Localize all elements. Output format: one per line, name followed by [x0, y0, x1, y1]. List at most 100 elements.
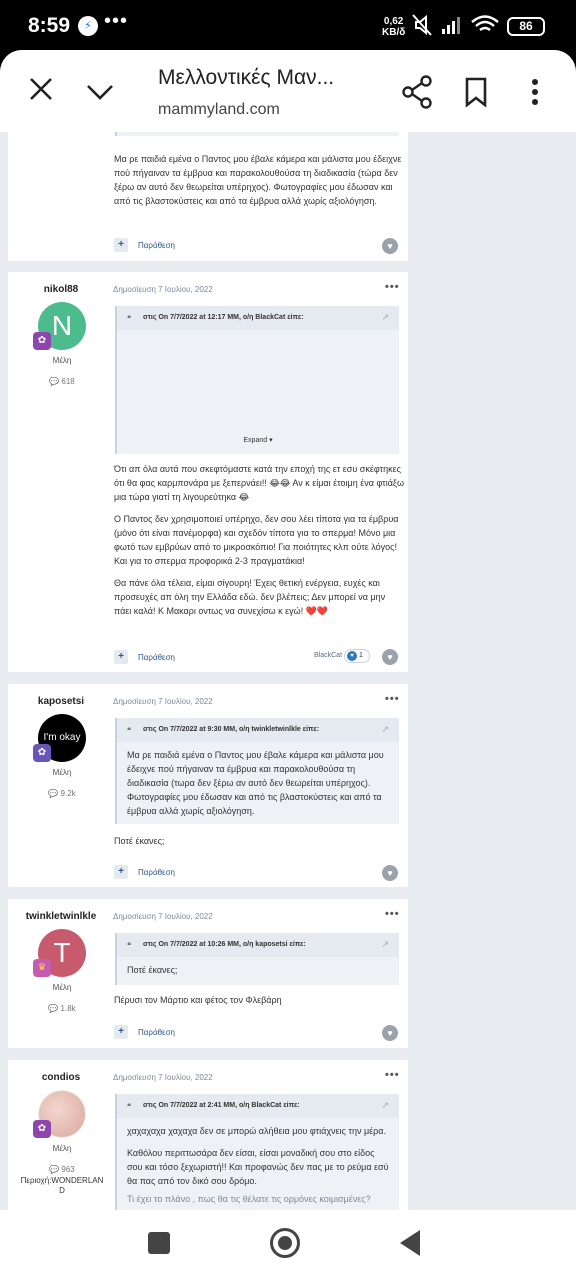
- add-quote-button[interactable]: +: [114, 1025, 128, 1039]
- forum-post: twinkletwinlkle T ♛ Μέλη 💬 1.8k Δημοσίευ…: [8, 899, 408, 1048]
- more-vertical-icon[interactable]: [520, 76, 550, 108]
- author-name[interactable]: condios: [11, 1072, 111, 1083]
- go-to-quote-icon[interactable]: ↗: [381, 939, 389, 950]
- like-icon: ♥: [347, 651, 357, 661]
- quote-icon: ❝: [127, 1102, 132, 1111]
- post-text: Πέρυσι τον Μάρτιο και φέτος τον Φλεβάρη: [114, 995, 282, 1005]
- browser-sheet: Μελλοντικές Μαν... mammyland.com Μα ρε π…: [0, 50, 576, 1210]
- status-icons: [410, 12, 502, 43]
- quote-expand[interactable]: Expand ▾: [117, 436, 399, 444]
- post-paragraph: Ο Παντος δεν χρησιμοποιεί υπέρηχο, δεν σ…: [114, 514, 399, 566]
- post-count-value: 618: [61, 377, 75, 386]
- location-line: Περιοχή:WONDERLAN: [20, 1176, 104, 1185]
- quote-text: Μα ρε παιδιά εμένα ο Παντος μου έβαλε κά…: [127, 750, 384, 816]
- quote-text: χαχαχαχα χαχαχα δεν σε μπορώ αλήθεια μου…: [127, 1126, 386, 1136]
- comment-icon: 💬: [49, 377, 62, 386]
- network-speed: 0,62 KB/δ: [382, 16, 405, 38]
- heart-icon[interactable]: ♥: [382, 865, 398, 881]
- speed-unit: KB/δ: [382, 27, 406, 38]
- forum-post: kaposetsi I'm okay ✿ Μέλη 💬 9.2k Δημοσίε…: [8, 684, 408, 887]
- battery-indicator: 86: [507, 17, 545, 36]
- rank-badge-icon: ✿: [33, 744, 51, 762]
- speed-value: 0,62: [383, 16, 404, 27]
- quote-button[interactable]: Παράθεση: [138, 868, 175, 877]
- forum-thread: Μα ρε παιδιά εμένα ο Παντος μου έβαλε κά…: [0, 132, 576, 1210]
- mute-icon: [412, 14, 432, 36]
- rank-badge-icon: ✿: [33, 1120, 51, 1138]
- post-count-value: 9.2k: [60, 789, 76, 798]
- post-options-button[interactable]: •••: [385, 281, 400, 293]
- share-icon[interactable]: [400, 75, 434, 109]
- quote-text: Ποτέ έκανες;: [127, 965, 178, 975]
- post-count-value: 1.8k: [60, 1004, 76, 1013]
- crown-badge-icon: ♛: [33, 959, 51, 977]
- quote-button[interactable]: Παράθεση: [138, 241, 175, 250]
- quote-block: στις On 7/7/2022 at 10:26 MM, ο/η kapose…: [115, 933, 399, 985]
- rank-badge-icon: ✿: [33, 332, 51, 350]
- page-title: Μελλοντικές Μαν...: [158, 66, 335, 89]
- home-dot-icon: [278, 1236, 292, 1250]
- add-quote-button[interactable]: +: [114, 865, 128, 879]
- status-time: 8:59: [28, 14, 71, 37]
- go-to-quote-icon[interactable]: ↗: [381, 724, 389, 735]
- add-quote-button[interactable]: +: [114, 238, 128, 252]
- member-role: Μέλη: [52, 356, 72, 365]
- go-to-quote-icon[interactable]: ↗: [381, 312, 389, 323]
- heart-icon[interactable]: ♥: [382, 238, 398, 254]
- comment-icon: 💬: [48, 789, 61, 798]
- back-button[interactable]: [400, 1230, 420, 1256]
- bookmark-icon[interactable]: [462, 76, 490, 108]
- quote-header: στις On 7/7/2022 at 9:30 MM, ο/η twinkle…: [117, 718, 399, 742]
- quote-text: Καθόλου περιττωσάρα δεν είσαι, είσαι μον…: [127, 1148, 389, 1186]
- post-text: Ποτέ έκανες;: [114, 836, 165, 846]
- post-count: 💬 963: [8, 1165, 116, 1174]
- close-icon[interactable]: [28, 76, 54, 102]
- messenger-icon: ⚡: [78, 16, 98, 36]
- post-options-button[interactable]: •••: [385, 908, 400, 920]
- reaction-user[interactable]: BlackCat: [314, 652, 342, 659]
- heart-icon[interactable]: ♥: [382, 649, 398, 665]
- page-url: mammyland.com: [158, 101, 280, 118]
- quote-text: Τι έχει το πλάνο , πως θα τις θέλατε τις…: [127, 1194, 371, 1204]
- post-text: Μα ρε παιδιά εμένα ο Παντος μου έβαλε κά…: [114, 154, 402, 206]
- chevron-down-icon[interactable]: [85, 78, 115, 104]
- quote-block: [115, 132, 399, 136]
- member-role: Μέλη: [52, 768, 72, 777]
- signal-icon: [442, 17, 460, 34]
- post-paragraph: Θα πάνε όλα τέλεια, είμαι σίγουρη! Έχεις…: [114, 578, 386, 616]
- quote-icon: ❝: [127, 941, 132, 950]
- recents-button[interactable]: [148, 1232, 170, 1254]
- post-date: Δημοσίευση 7 Ιουλίου, 2022: [113, 285, 213, 294]
- add-quote-button[interactable]: +: [114, 650, 128, 664]
- author-name[interactable]: kaposetsi: [11, 696, 111, 707]
- forum-post: nikol88 N ✿ Μέλη 💬 618 Δημοσίευση 7 Ιουλ…: [8, 272, 408, 672]
- quote-header: στις On 7/7/2022 at 2:41 MM, ο/η BlackCa…: [117, 1094, 399, 1118]
- post-date: Δημοσίευση 7 Ιουλίου, 2022: [113, 697, 213, 706]
- reaction-badge[interactable]: ♥ 1: [344, 649, 370, 663]
- go-to-quote-icon[interactable]: ↗: [381, 1100, 389, 1111]
- forum-post: condios ✿ Μέλη 💬 963 Περιοχή:WONDERLAN D…: [8, 1060, 408, 1210]
- custom-tab-header: Μελλοντικές Μαν... mammyland.com: [0, 50, 576, 132]
- quote-block: στις On 7/7/2022 at 9:30 MM, ο/η twinkle…: [115, 718, 399, 824]
- post-count: 💬 9.2k: [8, 789, 116, 798]
- post-count: 💬 618: [8, 377, 116, 386]
- post-paragraph: Ότι απ όλα αυτά που σκεφτόμαστε κατά την…: [114, 464, 404, 502]
- heart-icon[interactable]: ♥: [382, 1025, 398, 1041]
- status-more-dots: •••: [104, 10, 129, 32]
- quote-button[interactable]: Παράθεση: [138, 653, 175, 662]
- expand-label: Expand: [243, 437, 268, 444]
- reaction-count: 1: [359, 652, 363, 659]
- quote-button[interactable]: Παράθεση: [138, 1028, 175, 1037]
- location-line: D: [59, 1186, 65, 1195]
- quote-block: στις On 7/7/2022 at 12:17 MM, ο/η BlackC…: [115, 306, 399, 454]
- post-options-button[interactable]: •••: [385, 1069, 400, 1081]
- quote-block: στις On 7/7/2022 at 2:41 MM, ο/η BlackCa…: [115, 1094, 399, 1210]
- author-name[interactable]: twinkletwinlkle: [11, 911, 111, 922]
- post-options-button[interactable]: •••: [385, 693, 400, 705]
- post-count-value: 963: [61, 1165, 75, 1174]
- forum-post: Μα ρε παιδιά εμένα ο Παντος μου έβαλε κά…: [8, 132, 408, 261]
- comment-icon: 💬: [48, 1004, 61, 1013]
- member-role: Μέλη: [52, 983, 72, 992]
- caret-down-icon: ▾: [269, 437, 273, 444]
- author-name[interactable]: nikol88: [11, 284, 111, 295]
